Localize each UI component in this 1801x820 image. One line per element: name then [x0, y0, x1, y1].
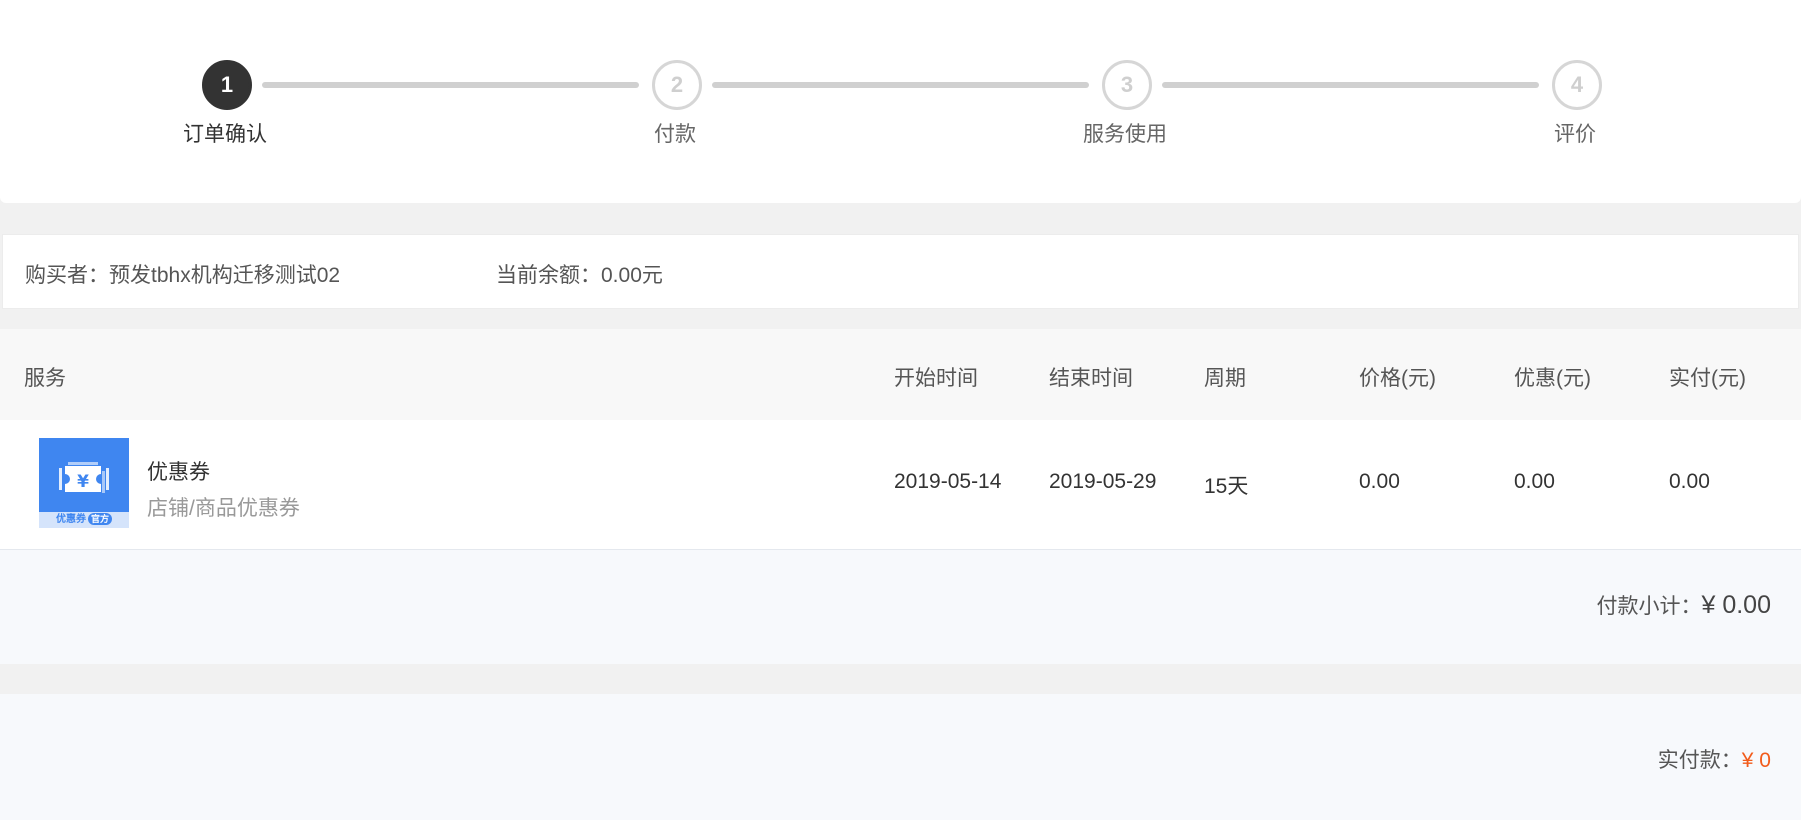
period-value: 15天	[1204, 475, 1249, 498]
total-amount: ¥ 0	[1741, 749, 1771, 772]
order-steps: 1 2 3 4 订单确认 付款 服务使用 评价	[0, 0, 1801, 203]
subtotal-label: 付款小计：	[1596, 595, 1702, 618]
payment-subtotal: 付款小计：¥ 0.00	[0, 550, 1801, 664]
buyer-info: 购买者：预发tbhx机构迁移测试02 当前余额：0.00元	[2, 234, 1799, 309]
step-3-circle: 3	[1102, 60, 1152, 110]
total-label: 实付款：	[1657, 749, 1742, 772]
start-time-value: 2019-05-14	[894, 470, 1002, 493]
col-period: 周期	[1204, 367, 1246, 390]
step-4-circle: 4	[1552, 60, 1602, 110]
end-time-value: 2019-05-29	[1049, 470, 1157, 493]
current-balance: 当前余额：0.00元	[496, 264, 663, 287]
price-value: 0.00	[1359, 470, 1400, 493]
subtotal-amount: ¥ 0.00	[1701, 591, 1771, 619]
coupon-icon: ¥ 优惠券 官方	[39, 438, 129, 528]
step-2-circle: 2	[652, 60, 702, 110]
svg-text:¥: ¥	[77, 472, 89, 492]
step-4-label: 评价	[1554, 123, 1596, 146]
col-price: 价格(元)	[1359, 367, 1436, 390]
col-end-time: 结束时间	[1049, 367, 1133, 390]
service-description: 店铺/商品优惠券	[147, 497, 300, 520]
col-start-time: 开始时间	[894, 367, 978, 390]
step-3-label: 服务使用	[1083, 123, 1167, 146]
step-connector	[712, 82, 1089, 88]
step-connector	[1162, 82, 1539, 88]
paid-value: 0.00	[1669, 470, 1710, 493]
col-paid: 实付(元)	[1669, 367, 1746, 390]
service-name: 优惠券	[147, 461, 210, 484]
step-connector	[262, 82, 639, 88]
discount-value: 0.00	[1514, 470, 1555, 493]
payment-total: 实付款：¥ 0	[0, 694, 1801, 820]
step-2-label: 付款	[654, 123, 696, 146]
table-row: ¥ 优惠券 官方 优惠券 店铺/商品优惠券 2019-05-14 2019-05-…	[0, 420, 1801, 550]
step-1-label: 订单确认	[183, 123, 267, 146]
col-service: 服务	[24, 367, 66, 390]
table-header: 服务 开始时间 结束时间 周期 价格(元) 优惠(元) 实付(元)	[0, 329, 1801, 420]
official-tag: 官方	[87, 513, 112, 525]
coupon-icon-caption: 优惠券 官方	[39, 512, 129, 528]
coupon-ticket-icon: ¥	[59, 462, 109, 493]
buyer-name: 购买者：预发tbhx机构迁移测试02	[25, 264, 341, 287]
col-discount: 优惠(元)	[1514, 367, 1591, 390]
step-1-circle: 1	[202, 60, 252, 110]
